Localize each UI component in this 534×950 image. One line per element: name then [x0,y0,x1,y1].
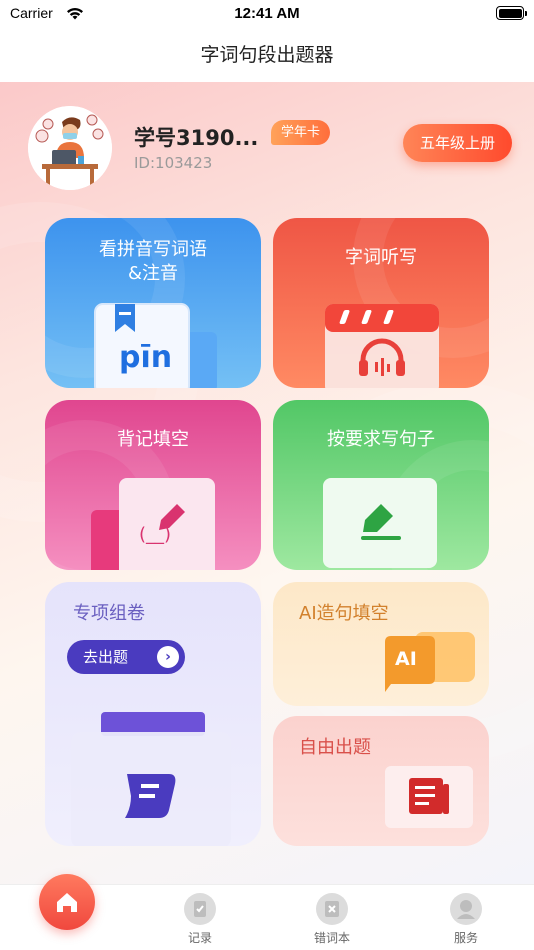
clock: 12:41 AM [234,5,300,22]
tab-record[interactable]: 记录 [170,893,230,946]
card-pinyin-label-line1: 看拼音写词语 [99,239,207,260]
folder-document-icon [71,712,231,846]
membership-badge: 学年卡 [271,120,331,145]
card-pinyin-label-line2: &注音 [127,263,179,284]
grade-select-button[interactable]: 五年级上册 [403,124,512,162]
card-sentence-label: 按要求写句子 [327,429,435,450]
battery-icon [496,6,527,20]
card-free-label: 自由出题 [299,737,371,758]
ai-text: AI [395,648,417,670]
page-title: 字词句段出题器 [200,44,334,66]
user-id: ID:103423 [134,154,213,172]
card-memorize-label: 背记填空 [117,429,189,450]
card-ai-sentence-fill[interactable]: AI造句填空 AI [273,582,489,706]
go-create-label: 去出题 [83,648,129,666]
service-icon [450,893,482,925]
card-pinyin-label: 看拼音写词语 &注音 [45,238,261,286]
tab-wrong-words-label: 错词本 [313,931,350,945]
card-dictation-label: 字词听写 [345,247,417,268]
document-list-icon [385,766,473,828]
nav-bar: 字词句段出题器 [0,28,534,82]
home-button[interactable] [39,874,95,930]
tab-service-label: 服务 [453,931,478,945]
avatar[interactable] [28,106,112,190]
card-free-create[interactable]: 自由出题 [273,716,489,846]
username: 学号3190... [134,126,259,150]
main-content: 学号3190... 学年卡 ID:103423 五年级上册 看拼音写词语 &注音… [0,82,534,884]
headphones-icon [325,304,439,388]
tab-wrong-words[interactable]: 错词本 [302,893,362,946]
tab-record-label: 记录 [187,931,212,945]
record-icon [184,893,216,925]
card-write-sentence[interactable]: 按要求写句子 [273,400,489,570]
wrong-words-icon [316,893,348,925]
card-special-label: 专项组卷 [73,603,145,624]
go-create-button[interactable]: 去出题 › [67,640,185,674]
pinyin-text: pīn [119,340,173,375]
chevron-right-icon: › [157,646,179,668]
card-pinyin-writing[interactable]: 看拼音写词语 &注音 pīn [45,218,261,388]
fill-blank-text: (__) [139,524,172,545]
card-special-paper[interactable]: 专项组卷 去出题 › [45,582,261,846]
card-ai-label: AI造句填空 [299,603,389,624]
home-icon [57,893,77,912]
avatar-illustration [28,106,112,190]
status-bar: Carrier 12:41 AM [0,0,534,28]
card-memorize-fill[interactable]: 背记填空 (__) [45,400,261,570]
tab-service[interactable]: 服务 [436,893,496,946]
pencil-edit-icon [91,478,215,570]
highlighter-icon [323,478,437,568]
card-word-dictation[interactable]: 字词听写 [273,218,489,388]
